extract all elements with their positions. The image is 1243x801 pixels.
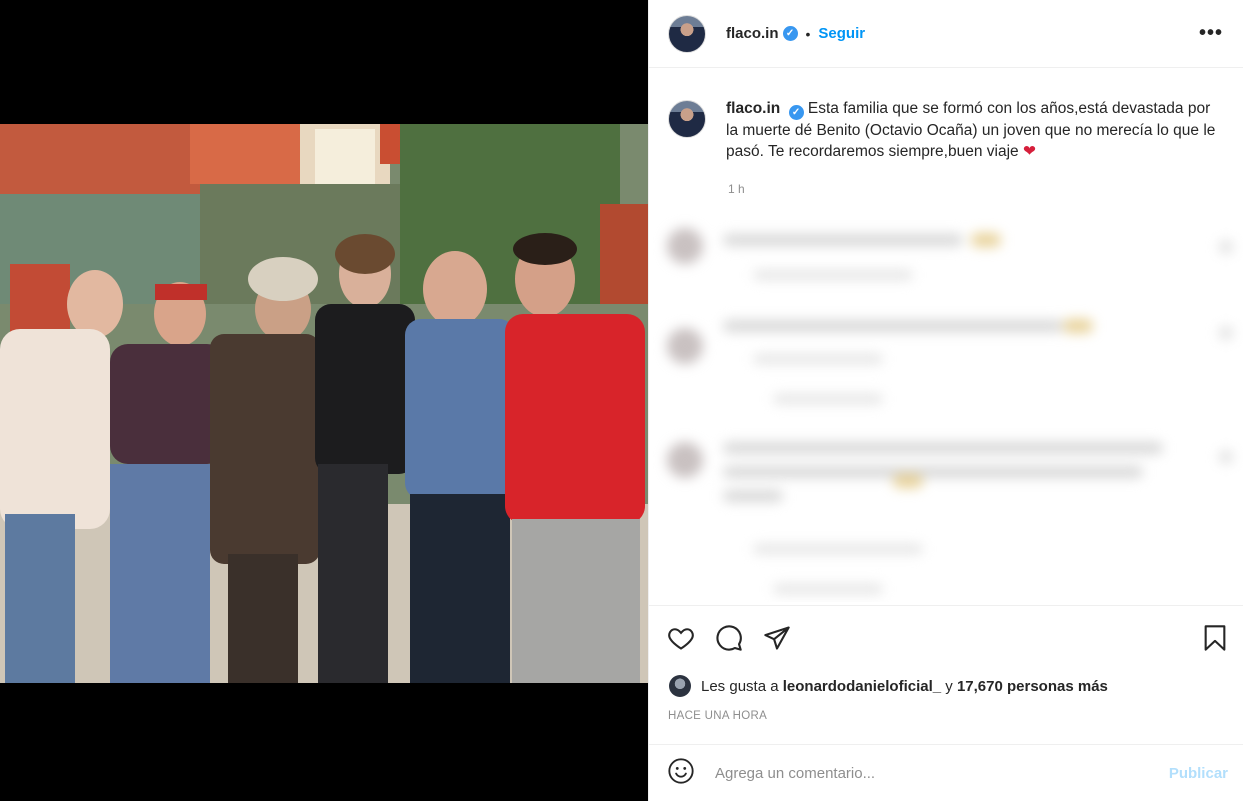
- liker-username[interactable]: leonardodanieloficial_: [783, 678, 941, 695]
- likes-summary: Les gusta a leonardodanieloficial_ y 17,…: [669, 675, 1108, 697]
- comment-meta: [753, 544, 923, 554]
- caption-avatar[interactable]: [668, 100, 706, 138]
- comment-item: [653, 412, 1243, 602]
- emoji-icon[interactable]: [667, 757, 695, 790]
- caption-text-block: flaco.in ✓ Esta familia que se formó con…: [726, 98, 1226, 162]
- post-media: [0, 0, 648, 801]
- heart-emoji: ❤: [1022, 143, 1036, 160]
- comment-text: [723, 442, 1163, 454]
- blurred-comments: [653, 212, 1243, 602]
- comment-replies: [773, 584, 883, 594]
- bookmark-icon[interactable]: [1201, 624, 1229, 652]
- likes-prefix: Les gusta a: [701, 677, 779, 695]
- caption-username[interactable]: flaco.in: [726, 100, 780, 117]
- comment-text: [723, 466, 1143, 478]
- comment-like-icon: [1219, 240, 1233, 254]
- follow-button[interactable]: Seguir: [818, 25, 865, 42]
- post-timestamp[interactable]: HACE UNA HORA: [668, 710, 767, 722]
- comment-meta: [753, 270, 913, 280]
- caption-time[interactable]: 1 h: [728, 182, 745, 196]
- verified-icon: ✓: [782, 26, 798, 41]
- liker-avatar[interactable]: [669, 675, 691, 697]
- comment-item: [653, 212, 1243, 312]
- post-caption: flaco.in ✓ Esta familia que se formó con…: [668, 98, 1228, 162]
- separator-dot: •: [805, 25, 811, 42]
- comments-list[interactable]: [653, 212, 1243, 602]
- comment-avatar: [667, 442, 703, 478]
- comment-like-icon: [1219, 450, 1233, 464]
- comment-emoji: [971, 233, 1001, 247]
- add-comment-bar: Publicar: [649, 744, 1243, 801]
- comment-meta: [753, 354, 883, 364]
- comment-replies: [773, 394, 883, 404]
- action-bar: [649, 605, 1243, 665]
- publish-button[interactable]: Publicar: [1169, 765, 1228, 782]
- comment-avatar: [667, 228, 703, 264]
- share-icon[interactable]: [763, 624, 791, 652]
- comment-avatar: [667, 328, 703, 364]
- comment-emoji: [893, 474, 923, 488]
- comment-like-icon: [1219, 326, 1233, 340]
- more-icon[interactable]: •••: [1199, 22, 1223, 45]
- verified-icon: ✓: [788, 105, 804, 120]
- comment-text: [723, 234, 963, 246]
- author-avatar[interactable]: [668, 14, 706, 53]
- comment-icon[interactable]: [715, 624, 743, 652]
- heart-icon[interactable]: [667, 624, 695, 652]
- comment-item: [653, 312, 1243, 412]
- comment-text: [723, 320, 1063, 332]
- comment-emoji: [1063, 319, 1093, 333]
- likes-count[interactable]: 17,670 personas más: [957, 678, 1108, 695]
- likes-connector: y: [945, 677, 953, 695]
- post-photo[interactable]: [0, 124, 648, 683]
- post-header: flaco.in ✓ • Seguir •••: [649, 0, 1243, 68]
- author-username[interactable]: flaco.in: [726, 25, 779, 42]
- post-panel: flaco.in ✓ • Seguir ••• flaco.in ✓ Esta …: [648, 0, 1243, 801]
- comment-input[interactable]: [715, 764, 1169, 782]
- comment-text: [723, 490, 783, 502]
